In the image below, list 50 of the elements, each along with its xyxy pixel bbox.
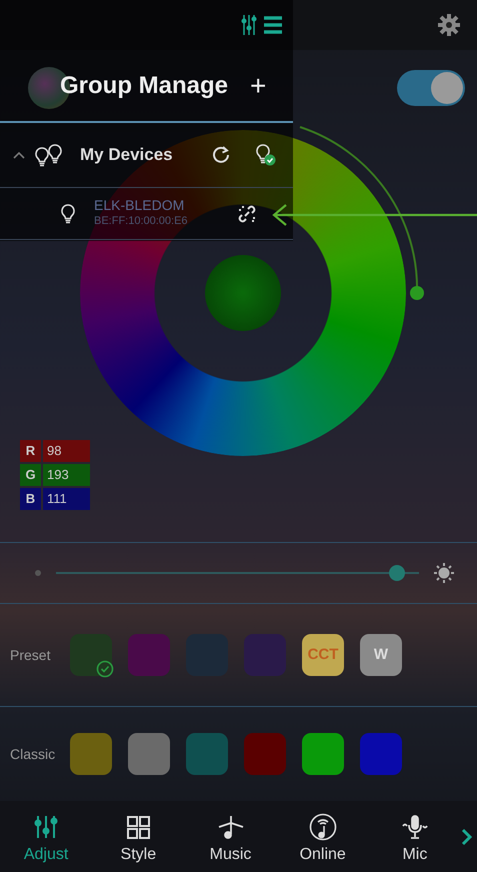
channel-label: R: [20, 440, 41, 462]
device-name: ELK-BLEDOM: [94, 198, 186, 213]
color-swatch[interactable]: [128, 733, 170, 775]
dim-icon: [34, 569, 42, 577]
channel-label: G: [20, 464, 41, 486]
nav-tab[interactable]: Online: [276, 807, 369, 867]
check-icon: [96, 660, 114, 678]
refresh-button[interactable]: [211, 145, 231, 165]
bulb-check-button[interactable]: [255, 143, 277, 167]
group-name: My Devices: [80, 144, 173, 166]
brightness-icon: [433, 562, 455, 584]
color-swatch[interactable]: [244, 733, 286, 775]
slider-thumb[interactable]: [389, 565, 406, 581]
wheel-arc[interactable]: [300, 126, 424, 300]
settings-icon[interactable]: [437, 13, 461, 37]
section-label: Preset: [10, 646, 52, 664]
caret-icon[interactable]: [12, 150, 26, 160]
music-note-icon: [216, 813, 244, 841]
color-swatch[interactable]: [186, 634, 228, 676]
channel-value: 193: [43, 464, 90, 486]
drawer-title: Group Manage: [60, 70, 228, 100]
channel-value: 98: [43, 440, 90, 462]
color-swatch[interactable]: [70, 733, 112, 775]
nav-tab[interactable]: Style: [92, 807, 184, 867]
microphone-icon: [400, 813, 429, 841]
section-label: Classic: [10, 744, 56, 764]
nav-tab[interactable]: Mic: [368, 807, 462, 867]
add-button[interactable]: +: [244, 72, 272, 100]
broken-link-icon: [237, 204, 257, 224]
color-swatch[interactable]: [128, 634, 170, 676]
grid-icon: [124, 813, 152, 841]
bulb-check-icon: [255, 143, 277, 167]
nav-tab[interactable]: Adjust: [0, 807, 92, 867]
color-swatch[interactable]: [244, 634, 286, 676]
channel-value: 111: [43, 488, 90, 510]
color-swatch[interactable]: [186, 733, 228, 775]
bulb-icon: [60, 202, 76, 224]
color-swatch[interactable]: [360, 733, 402, 775]
refresh-icon: [211, 145, 231, 165]
device-address: BE:FF:10:00:00:E6: [94, 214, 188, 229]
link-button[interactable]: [237, 204, 257, 224]
nav-tab[interactable]: Music: [184, 807, 277, 867]
color-swatch[interactable]: [70, 634, 112, 676]
channel-label: B: [20, 488, 41, 510]
radio-icon: [308, 813, 337, 841]
color-swatch[interactable]: [302, 733, 344, 775]
chevron-right-icon[interactable]: [461, 828, 474, 846]
sliders-list-icon[interactable]: [241, 13, 283, 37]
sliders-icon: [32, 813, 60, 841]
power-toggle[interactable]: [397, 70, 465, 106]
